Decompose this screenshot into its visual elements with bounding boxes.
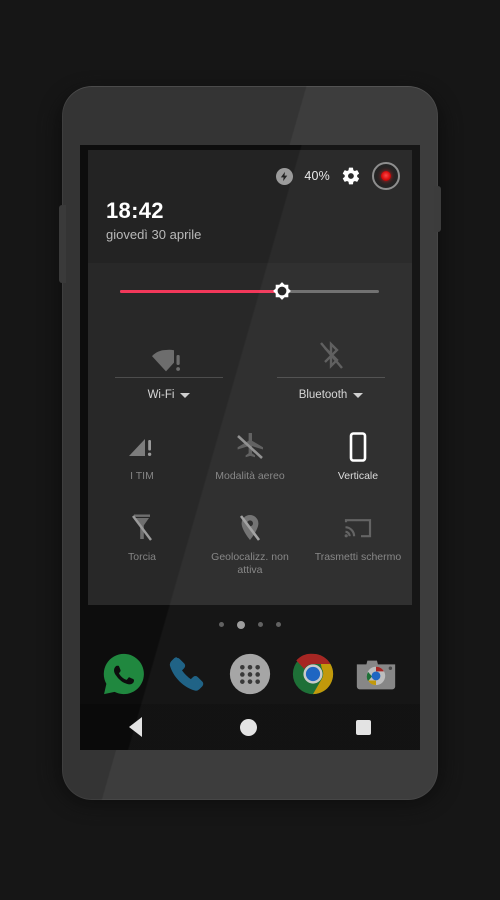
whatsapp-icon[interactable] <box>101 651 147 697</box>
page-dot[interactable] <box>258 622 263 627</box>
battery-charging-icon <box>276 167 294 185</box>
chrome-icon[interactable] <box>290 651 336 697</box>
power-button[interactable] <box>434 186 441 232</box>
tile-airplane-mode[interactable]: Modalità aereo <box>196 422 304 503</box>
tile-divider <box>277 377 385 378</box>
tile-wifi-label: Wi-Fi <box>148 389 191 401</box>
brightness-slider[interactable] <box>88 263 412 321</box>
phone-screen: 40% 18:42 giovedì 30 aprile Wi-Fi Blueto… <box>80 145 420 750</box>
tile-cellular[interactable]: I TIM <box>88 422 196 503</box>
tile-rotation[interactable]: Verticale <box>304 422 412 503</box>
page-dot-active[interactable] <box>237 620 245 629</box>
wifi-alert-icon <box>152 321 186 377</box>
tile-bluetooth[interactable]: Bluetooth <box>250 321 412 416</box>
home-circle-icon[interactable] <box>240 718 258 736</box>
page-dot[interactable] <box>276 622 281 627</box>
screen-record-icon[interactable] <box>372 162 400 190</box>
recents-square-icon[interactable] <box>355 719 371 735</box>
tile-divider <box>115 377 223 378</box>
tile-airplane-mode-label: Modalità aereo <box>215 470 285 482</box>
page-dot[interactable] <box>219 622 224 627</box>
tile-rotation-label: Verticale <box>337 470 379 482</box>
date-label: giovedì 30 aprile <box>106 227 202 242</box>
quick-settings-tiles: I TIM Modalità aereo Verticale Torcia Ge… <box>88 416 412 584</box>
home-dock <box>80 643 420 705</box>
brightness-sun-icon[interactable] <box>266 275 298 307</box>
airplane-off-icon <box>235 430 265 464</box>
bluetooth-off-icon <box>316 321 346 377</box>
cast-screen-icon <box>343 511 373 545</box>
connectivity-row: Wi-Fi Bluetooth <box>88 321 412 416</box>
phone-icon[interactable] <box>164 651 210 697</box>
tile-flashlight-label: Torcia <box>127 551 156 563</box>
battery-percent-label: 40% <box>304 169 330 183</box>
status-bar: 40% <box>276 162 400 190</box>
tile-location-label: Geolocalizz. non attiva <box>211 551 289 577</box>
quick-settings-panel: 40% 18:42 giovedì 30 aprile Wi-Fi Blueto… <box>88 150 412 605</box>
camera-icon[interactable] <box>353 651 399 697</box>
location-off-icon <box>237 511 263 545</box>
tile-cast-label: Trasmetti schermo <box>314 551 402 563</box>
clock-label: 18:42 <box>106 198 164 223</box>
portrait-lock-icon <box>347 430 369 464</box>
navigation-bar <box>80 704 420 750</box>
tile-cellular-label: I TIM <box>130 470 154 482</box>
tile-location[interactable]: Geolocalizz. non attiva <box>196 503 304 584</box>
flashlight-off-icon <box>129 511 155 545</box>
chevron-down-icon[interactable] <box>353 392 364 398</box>
back-triangle-icon[interactable] <box>129 717 143 737</box>
record-indicator <box>381 171 391 181</box>
tile-cast[interactable]: Trasmetti schermo <box>304 503 412 584</box>
gear-icon[interactable] <box>341 166 361 186</box>
brightness-fill <box>120 290 281 293</box>
signal-alert-icon <box>127 430 157 464</box>
chevron-down-icon[interactable] <box>180 392 191 398</box>
app-root: 40% 18:42 giovedì 30 aprile Wi-Fi Blueto… <box>0 0 500 900</box>
page-indicator <box>80 620 420 629</box>
tile-flashlight[interactable]: Torcia <box>88 503 196 584</box>
volume-rocker-button[interactable] <box>59 205 66 283</box>
tile-bluetooth-label: Bluetooth <box>299 389 364 401</box>
tile-wifi[interactable]: Wi-Fi <box>88 321 250 416</box>
quick-settings-header: 40% 18:42 giovedì 30 aprile <box>88 150 412 263</box>
app-drawer-icon[interactable] <box>227 651 273 697</box>
